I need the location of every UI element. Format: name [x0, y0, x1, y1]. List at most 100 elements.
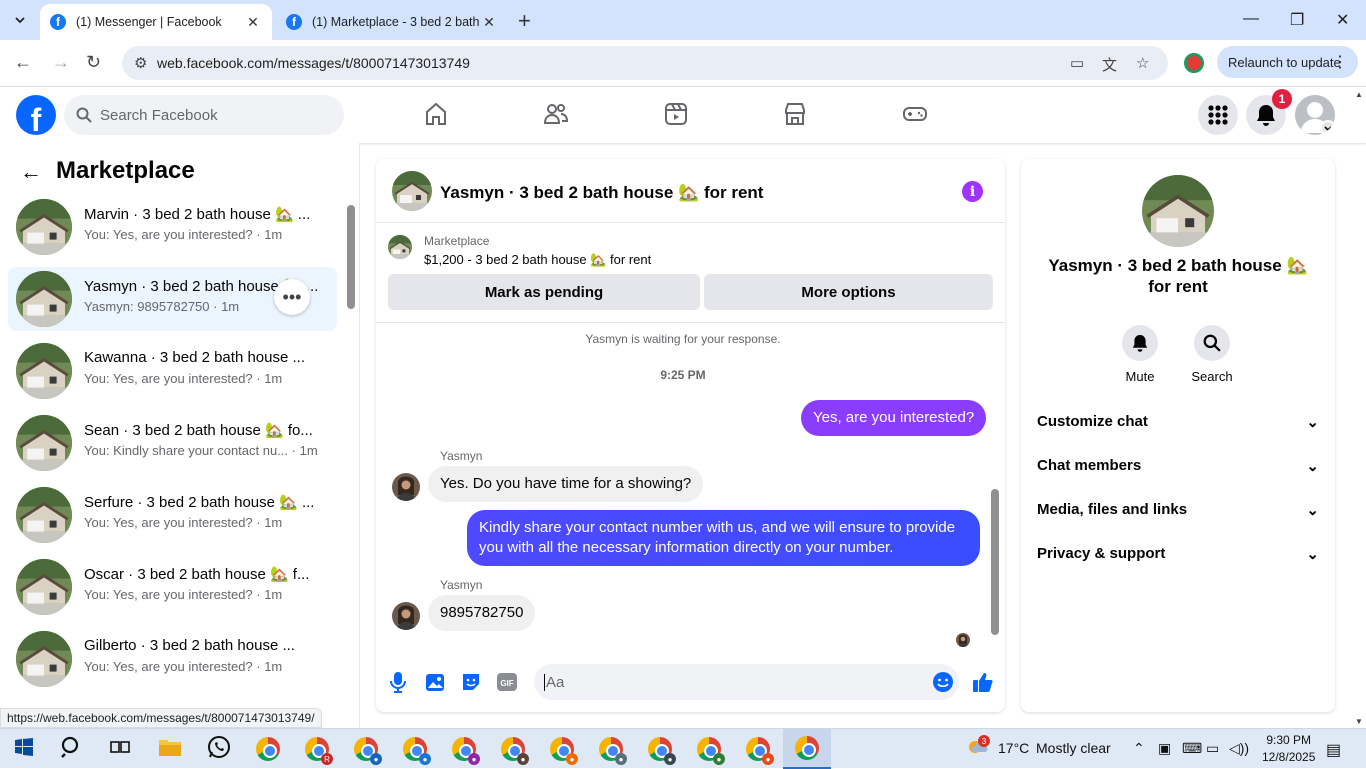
reload-icon[interactable]: ↻ [86, 52, 101, 73]
menu-dots-icon[interactable]: ⋮ [1332, 52, 1348, 72]
temperature[interactable]: 17°C [998, 740, 1029, 756]
menu-grid-button[interactable] [1198, 95, 1238, 135]
weather-condition[interactable]: Mostly clear [1036, 740, 1111, 756]
tab-search-button[interactable] [6, 6, 34, 34]
mark-as-pending-button[interactable]: Mark as pending [388, 274, 700, 310]
sender-avatar[interactable] [392, 602, 420, 630]
chrome-app-5[interactable]: ● [440, 729, 488, 769]
chrome-app-2[interactable]: R [293, 729, 341, 769]
whatsapp-app[interactable] [195, 729, 243, 769]
chrome-icon: ● [354, 737, 382, 765]
more-options-icon[interactable]: ••• [274, 279, 310, 315]
minimize-icon[interactable]: — [1243, 10, 1259, 28]
chrome-app-3[interactable]: ● [342, 729, 390, 769]
scroll-up-icon[interactable]: ▲ [1355, 90, 1363, 99]
chrome-app-8[interactable]: ● [587, 729, 635, 769]
start-button[interactable] [0, 729, 48, 769]
scroll-down-icon[interactable]: ▼ [1355, 717, 1363, 726]
conversation-item[interactable]: Serfure · 3 bed 2 bath house 🏡 ... You: Y… [8, 483, 337, 547]
search-taskbar-button[interactable] [48, 729, 96, 769]
emoji-icon[interactable] [932, 671, 954, 693]
file-explorer-app[interactable] [146, 729, 194, 769]
conversation-item[interactable]: Oscar · 3 bed 2 bath house 🏡 f... You: Ye… [8, 555, 337, 619]
restore-icon[interactable]: ❐ [1290, 10, 1304, 30]
chevron-down-icon: ⌄ [1306, 546, 1319, 563]
chrome-app-11[interactable]: ● [734, 729, 782, 769]
marketplace-icon[interactable] [783, 101, 807, 127]
scrollbar-thumb[interactable] [347, 205, 355, 309]
system-clock[interactable]: 9:30 PM 12/8/2025 [1262, 732, 1315, 766]
media-files-links-section[interactable]: Media, files and links ⌄ [1037, 501, 1319, 519]
notification-center-icon[interactable]: ▤ [1326, 740, 1341, 760]
relaunch-button[interactable]: Relaunch to update ⋮ [1217, 46, 1358, 78]
conversation-item[interactable]: Marvin · 3 bed 2 bath house 🏡 ... You: Ye… [8, 195, 337, 259]
contact-avatar-large[interactable] [1142, 175, 1214, 247]
sticker-icon[interactable] [460, 671, 482, 693]
message-input[interactable]: Aa [534, 664, 959, 700]
facebook-logo[interactable]: f [16, 95, 56, 135]
account-avatar[interactable] [1295, 95, 1335, 135]
chat-members-section[interactable]: Chat members ⌄ [1037, 457, 1319, 475]
omnibox[interactable]: ⚙ web.facebook.com/messages/t/8000714730… [122, 46, 1168, 80]
forward-icon[interactable]: → [52, 52, 70, 73]
outgoing-message[interactable]: Yes, are you interested? [801, 400, 987, 436]
close-window-icon[interactable]: ✕ [1336, 10, 1349, 30]
chrome-app-10[interactable]: ● [685, 729, 733, 769]
network-icon[interactable]: ▭ [1206, 740, 1219, 757]
browser-profile-icon[interactable] [1184, 53, 1204, 73]
task-view-button[interactable] [96, 729, 144, 769]
show-hidden-icons[interactable]: ⌃ [1133, 740, 1145, 757]
site-settings-icon[interactable]: ⚙ [134, 54, 147, 72]
microphone-icon[interactable] [390, 671, 406, 693]
conversation-item[interactable]: Gilberto · 3 bed 2 bath house ... You: Ye… [8, 627, 337, 691]
conversation-item[interactable]: Kawanna · 3 bed 2 bath house ... You: Yes… [8, 339, 337, 403]
conversation-item[interactable]: Yasmyn · 3 bed 2 bath house 🏡 ... Yasmyn:… [8, 267, 337, 331]
contact-avatar[interactable] [392, 171, 432, 211]
scrollbar-thumb[interactable] [991, 489, 999, 635]
gaming-icon[interactable] [902, 101, 928, 127]
thumbs-up-icon[interactable] [972, 671, 994, 693]
video-icon[interactable] [664, 101, 688, 127]
conversation-name: Sean · 3 bed 2 bath house 🏡 fo... [84, 422, 313, 439]
conversation-avatar [16, 487, 72, 543]
tab-messenger[interactable]: f (1) Messenger | Facebook ✕ [40, 4, 272, 40]
chrome-app-7[interactable]: ● [538, 729, 586, 769]
input-method-icon[interactable]: ⌨ [1182, 740, 1202, 757]
bookmark-star-icon[interactable]: ☆ [1136, 54, 1149, 72]
back-icon[interactable]: ← [14, 52, 32, 73]
conversation-item[interactable]: Sean · 3 bed 2 bath house 🏡 fo... You: Ki… [8, 411, 337, 475]
incoming-message[interactable]: Yes. Do you have time for a showing? [428, 466, 704, 502]
chrome-app-9[interactable]: ● [636, 729, 684, 769]
outgoing-message[interactable]: Kindly share your contact number with us… [467, 510, 980, 566]
page-scrollbar[interactable]: ▲ ▼ [1352, 90, 1366, 728]
chrome-app-active[interactable] [783, 729, 831, 769]
privacy-support-section[interactable]: Privacy & support ⌄ [1037, 545, 1319, 563]
chrome-app-4[interactable]: ● [391, 729, 439, 769]
close-tab-icon[interactable]: ✕ [244, 14, 262, 31]
sender-avatar[interactable] [392, 473, 420, 501]
volume-icon[interactable]: ◁)) [1229, 740, 1249, 757]
listing-thumbnail[interactable] [388, 235, 412, 259]
tab-marketplace[interactable]: f (1) Marketplace - 3 bed 2 bath h ✕ [276, 4, 508, 40]
customize-chat-section[interactable]: Customize chat ⌄ [1037, 413, 1319, 431]
friends-icon[interactable] [543, 101, 569, 127]
search-conversation-button[interactable]: Search [1182, 325, 1242, 384]
translate-icon[interactable]: 文 [1102, 54, 1117, 75]
new-tab-icon[interactable]: + [518, 8, 531, 34]
incoming-message[interactable]: 9895782750 [428, 595, 536, 631]
close-tab-icon[interactable]: ✕ [480, 14, 498, 31]
conversation-title[interactable]: Yasmyn · 3 bed 2 bath house 🏡 for rent [440, 183, 763, 203]
photo-icon[interactable] [425, 671, 445, 693]
back-arrow-icon[interactable]: ← [20, 159, 42, 185]
install-icon[interactable]: ▭ [1070, 54, 1084, 72]
listing-description[interactable]: $1,200 - 3 bed 2 bath house 🏡 for rent [424, 252, 651, 268]
meet-now-icon[interactable]: ▣ [1158, 740, 1171, 757]
more-options-button[interactable]: More options [704, 274, 993, 310]
info-icon[interactable]: i [962, 181, 983, 202]
chrome-app-6[interactable]: ● [489, 729, 537, 769]
search-input[interactable]: Search Facebook [64, 95, 344, 135]
home-icon[interactable] [424, 101, 448, 127]
gif-icon[interactable]: GIF [496, 671, 518, 693]
chrome-app-1[interactable] [244, 729, 292, 769]
mute-button[interactable]: Mute [1110, 325, 1170, 384]
